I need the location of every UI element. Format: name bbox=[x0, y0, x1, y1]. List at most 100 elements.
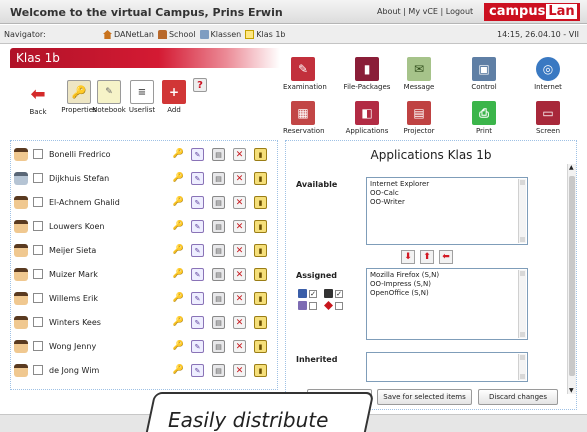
screen-button[interactable]: ▭ Screen bbox=[520, 101, 576, 135]
student-checkbox[interactable] bbox=[33, 221, 43, 231]
scroll-thumb[interactable] bbox=[569, 176, 575, 376]
control-button[interactable]: ▣ Control bbox=[460, 57, 508, 91]
notebook-icon[interactable]: ✎ bbox=[191, 244, 204, 257]
remove-permission-checkbox[interactable] bbox=[335, 301, 343, 310]
exam-icon[interactable]: ▮ bbox=[254, 244, 267, 257]
file-packages-button[interactable]: ▮ File-Packages bbox=[343, 57, 391, 91]
main-scrollbar[interactable]: ▲ ▼ bbox=[567, 164, 576, 394]
breadcrumb-item-school[interactable]: School bbox=[157, 30, 196, 39]
key-icon[interactable]: 🔑 bbox=[172, 244, 185, 257]
key-icon[interactable]: 🔑 bbox=[172, 220, 185, 233]
notebook-icon[interactable]: ✎ bbox=[191, 268, 204, 281]
save-for-selected-button[interactable]: Save for selected items bbox=[377, 389, 472, 405]
discard-changes-button[interactable]: Discard changes bbox=[478, 389, 558, 405]
notebook-icon[interactable]: ✎ bbox=[191, 172, 204, 185]
notebook-icon[interactable]: ✎ bbox=[191, 220, 204, 233]
notebook-icon[interactable]: ✎ bbox=[191, 364, 204, 377]
key-icon[interactable]: 🔑 bbox=[172, 340, 185, 353]
view-icon[interactable]: ▤ bbox=[212, 196, 225, 209]
scroll-down-icon[interactable]: ▼ bbox=[569, 387, 574, 394]
exam-icon[interactable]: ▮ bbox=[254, 268, 267, 281]
list-item[interactable]: Internet Explorer bbox=[370, 180, 524, 189]
view-icon[interactable]: ▤ bbox=[212, 220, 225, 233]
student-checkbox[interactable] bbox=[33, 269, 43, 279]
move-up-button[interactable]: ⬆ bbox=[420, 250, 434, 264]
network-permission-checkbox[interactable]: ✓ bbox=[335, 289, 343, 298]
print-button[interactable]: ⎙ Print bbox=[460, 101, 508, 135]
internet-button[interactable]: ◎ Internet bbox=[520, 57, 576, 91]
view-icon[interactable]: ▤ bbox=[212, 364, 225, 377]
inherited-listbox[interactable] bbox=[366, 352, 528, 382]
key-icon[interactable]: 🔑 bbox=[172, 292, 185, 305]
available-listbox[interactable]: Internet Explorer OO-Calc OO-Writer bbox=[366, 177, 528, 245]
delete-icon[interactable]: ✕ bbox=[233, 292, 246, 305]
exam-icon[interactable]: ▮ bbox=[254, 292, 267, 305]
list-item[interactable]: OpenOffice (S,N) bbox=[370, 289, 524, 298]
applications-button[interactable]: ◧ Applications bbox=[343, 101, 391, 135]
notebook-icon[interactable]: ✎ bbox=[191, 316, 204, 329]
examination-button[interactable]: ✎ Examination bbox=[283, 57, 327, 91]
key-icon[interactable]: 🔑 bbox=[172, 268, 185, 281]
scrollbar[interactable] bbox=[518, 270, 526, 338]
notebook-icon[interactable]: ✎ bbox=[191, 148, 204, 161]
exam-icon[interactable]: ▮ bbox=[254, 364, 267, 377]
scroll-up-icon[interactable]: ▲ bbox=[569, 164, 574, 171]
assigned-listbox[interactable]: Mozilla Firefox (S,N) OO-Impress (S,N) O… bbox=[366, 268, 528, 340]
projector-button[interactable]: ▤ Projector bbox=[395, 101, 443, 135]
view-icon[interactable]: ▤ bbox=[212, 148, 225, 161]
reservation-button[interactable]: ▦ Reservation bbox=[283, 101, 325, 135]
delete-icon[interactable]: ✕ bbox=[233, 196, 246, 209]
key-icon[interactable]: 🔑 bbox=[172, 316, 185, 329]
breadcrumb-item-klassen[interactable]: Klassen bbox=[199, 30, 241, 39]
exam-icon[interactable]: ▮ bbox=[254, 172, 267, 185]
view-icon[interactable]: ▤ bbox=[212, 244, 225, 257]
student-checkbox[interactable] bbox=[33, 173, 43, 183]
exam-icon[interactable]: ▮ bbox=[254, 196, 267, 209]
view-icon[interactable]: ▤ bbox=[212, 316, 225, 329]
scrollbar[interactable] bbox=[518, 354, 526, 380]
delete-icon[interactable]: ✕ bbox=[233, 244, 246, 257]
view-icon[interactable]: ▤ bbox=[212, 172, 225, 185]
delete-icon[interactable]: ✕ bbox=[233, 172, 246, 185]
view-icon[interactable]: ▤ bbox=[212, 268, 225, 281]
student-checkbox[interactable] bbox=[33, 365, 43, 375]
student-checkbox[interactable] bbox=[33, 317, 43, 327]
notebook-icon[interactable]: ✎ bbox=[191, 340, 204, 353]
exam-icon[interactable]: ▮ bbox=[254, 340, 267, 353]
student-checkbox[interactable] bbox=[33, 245, 43, 255]
move-left-button[interactable]: ⬅ bbox=[439, 250, 453, 264]
view-icon[interactable]: ▤ bbox=[212, 292, 225, 305]
move-down-button[interactable]: ⬇ bbox=[401, 250, 415, 264]
delete-icon[interactable]: ✕ bbox=[233, 220, 246, 233]
exam-icon[interactable]: ▮ bbox=[254, 148, 267, 161]
screen-permission-checkbox[interactable]: ✓ bbox=[309, 289, 317, 298]
student-checkbox[interactable] bbox=[33, 293, 43, 303]
delete-icon[interactable]: ✕ bbox=[233, 340, 246, 353]
key-icon[interactable]: 🔑 bbox=[172, 364, 185, 377]
student-checkbox[interactable] bbox=[33, 197, 43, 207]
help-button[interactable]: ? bbox=[188, 78, 212, 94]
notebook-icon[interactable]: ✎ bbox=[191, 292, 204, 305]
list-item[interactable]: OO-Calc bbox=[370, 189, 524, 198]
key-icon[interactable]: 🔑 bbox=[172, 148, 185, 161]
notebook-icon[interactable]: ✎ bbox=[191, 196, 204, 209]
delete-icon[interactable]: ✕ bbox=[233, 148, 246, 161]
scrollbar[interactable] bbox=[518, 179, 526, 243]
exam-icon[interactable]: ▮ bbox=[254, 220, 267, 233]
student-checkbox[interactable] bbox=[33, 149, 43, 159]
exam-icon[interactable]: ▮ bbox=[254, 316, 267, 329]
delete-icon[interactable]: ✕ bbox=[233, 364, 246, 377]
view-icon[interactable]: ▤ bbox=[212, 340, 225, 353]
message-button[interactable]: ✉ Message bbox=[395, 57, 443, 91]
student-checkbox[interactable] bbox=[33, 341, 43, 351]
key-icon[interactable]: 🔑 bbox=[172, 196, 185, 209]
key-icon[interactable]: 🔑 bbox=[172, 172, 185, 185]
breadcrumb-item-danetlan[interactable]: DANetLan bbox=[103, 30, 154, 39]
edit-permission-checkbox[interactable] bbox=[309, 301, 317, 310]
list-item[interactable]: OO-Impress (S,N) bbox=[370, 280, 524, 289]
list-item[interactable]: Mozilla Firefox (S,N) bbox=[370, 271, 524, 280]
delete-icon[interactable]: ✕ bbox=[233, 268, 246, 281]
list-item[interactable]: OO-Writer bbox=[370, 198, 524, 207]
breadcrumb-item-klas[interactable]: Klas 1b bbox=[245, 30, 285, 39]
delete-icon[interactable]: ✕ bbox=[233, 316, 246, 329]
